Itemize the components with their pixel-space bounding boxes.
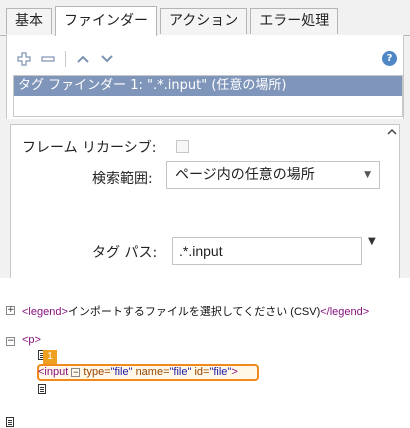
tree-node-legend[interactable]: <legend>インポートするファイルを選択してください (CSV)</lege… <box>22 303 369 319</box>
tag-path-dropdown-icon[interactable]: ▼ <box>368 236 376 247</box>
attr-name-value: "file" <box>169 366 192 378</box>
collapse-icon[interactable]: − <box>71 367 81 377</box>
search-scope-value: ページ内の任意の場所 <box>175 167 315 183</box>
text-node-icon <box>6 417 14 427</box>
dom-tree: + <legend>インポートするファイルを選択してください (CSV)</le… <box>0 278 410 428</box>
attr-type-name: type= <box>83 366 111 378</box>
tab-bar: 基本 ファインダー アクション エラー処理 <box>6 6 341 36</box>
match-badge: 1 <box>43 350 57 364</box>
search-scope-select[interactable]: ページ内の任意の場所 ▼ <box>166 161 380 189</box>
attr-name-name: name= <box>135 366 170 378</box>
finder-list-item-selected[interactable]: タグ ファインダー 1: ".*.input" (任意の場所) <box>14 76 402 96</box>
legend-text: インポートするファイルを選択してください (CSV) <box>67 306 321 318</box>
toolbar-separator <box>65 51 66 67</box>
tab-action[interactable]: アクション <box>160 8 248 34</box>
plus-icon[interactable] <box>15 50 33 68</box>
properties-scrollbar[interactable] <box>384 124 400 278</box>
finder-list: タグ ファインダー 1: ".*.input" (任意の場所) <box>13 75 403 117</box>
chevron-down-icon[interactable] <box>98 50 116 68</box>
tag-path-input[interactable]: .*.input <box>172 237 362 265</box>
collapse-icon[interactable]: − <box>6 337 15 346</box>
attr-type-value: "file" <box>110 366 133 378</box>
legend-open-tag: <legend> <box>22 306 68 318</box>
help-icon[interactable]: ? <box>382 51 397 66</box>
tree-node-input[interactable]: <input − type="file" name="file" id="fil… <box>38 366 238 378</box>
input-open-tag: <input <box>38 366 69 378</box>
finder-toolbar <box>15 49 122 69</box>
dropdown-arrow-icon: ▼ <box>364 170 371 180</box>
attr-id-name: id= <box>194 366 210 378</box>
text-node-icon <box>38 384 46 394</box>
frame-recursive-checkbox[interactable] <box>176 140 189 153</box>
legend-close-tag: </legend> <box>320 306 370 318</box>
chevron-up-icon[interactable] <box>74 50 92 68</box>
tab-basic[interactable]: 基本 <box>6 8 52 34</box>
scroll-up-icon[interactable] <box>387 126 397 140</box>
minus-icon[interactable] <box>39 50 57 68</box>
p-tag: <p> <box>22 334 41 346</box>
finder-list-area: ? タグ ファインダー 1: ".*.input" (任意の場所) <box>6 35 404 119</box>
input-close-tag: > <box>231 366 238 378</box>
expand-icon[interactable]: + <box>6 306 15 315</box>
search-scope-label: 検索範囲: <box>92 171 153 187</box>
tab-finder[interactable]: ファインダー <box>55 6 157 36</box>
frame-recursive-label: フレーム リカーシブ: <box>22 140 157 156</box>
tree-node-p[interactable]: <p> <box>22 334 41 346</box>
tag-path-label: タグ パス: <box>92 245 158 261</box>
tab-error-handling[interactable]: エラー処理 <box>250 8 339 34</box>
attr-id-value: "file" <box>209 366 232 378</box>
